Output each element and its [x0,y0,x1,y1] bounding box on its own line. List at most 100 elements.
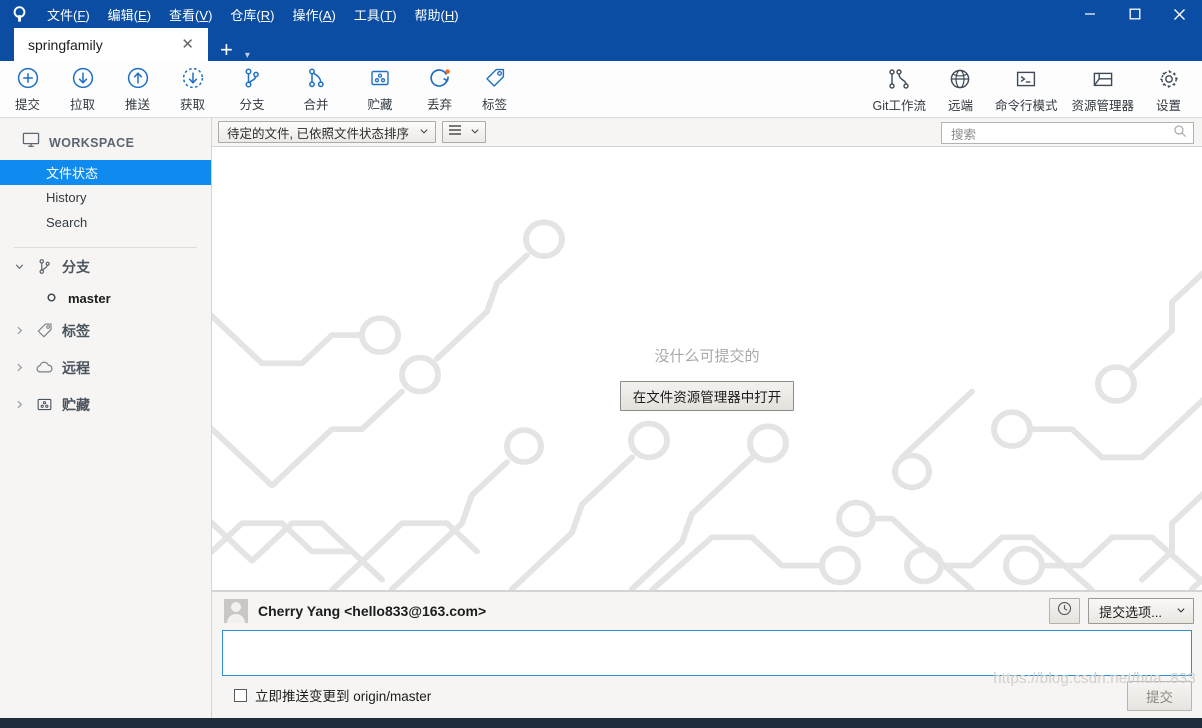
sidebar-item-search-label: Search [46,215,88,230]
chevron-right-icon[interactable] [12,362,26,373]
menu-edit-mnemonic: E [138,7,147,23]
menu-tools-mnemonic: T [384,7,393,23]
commit-button[interactable]: 提交 [1127,681,1192,711]
commit-header-actions: 提交选项... [1049,598,1194,624]
empty-state: 没什么可提交的 在文件资源管理器中打开 [212,345,1202,411]
toolbar-button-explorer[interactable]: 资源管理器 [1064,62,1141,117]
commit-options-button[interactable]: 提交选项... [1088,598,1194,624]
menu-repository-text: 仓库 [230,7,257,23]
sidebar-item-search[interactable]: Search [0,210,211,235]
tag-icon [33,321,55,340]
toolbar-label-remote: 远端 [947,98,973,113]
push-immediately-label-cn: 立即推送变更到 [255,689,350,704]
sidebar-section-tags[interactable]: 标签 [0,312,211,349]
toolbar-button-terminal[interactable]: 命令行模式 [988,62,1065,117]
toolbar-label-discard: 丢弃 [426,98,452,112]
sidebar-section-branches-label: 分支 [62,258,90,275]
close-button[interactable] [1157,0,1202,28]
commit-message-input[interactable] [222,630,1192,676]
toolbar-button-gitflow[interactable]: Git工作流 [865,62,932,117]
toolbar-label-commit: 提交 [14,98,40,112]
toolbar-button-settings[interactable]: 设置 [1141,62,1196,117]
search-icon[interactable] [1173,124,1187,143]
main-panel: 待定的文件, 已依照文件状态排序 搜索 没什么可提交的 在文件资源管理器中打开 … [212,118,1202,718]
sidebar-section-remotes-label: 远程 [62,359,90,376]
gitflow-icon [887,66,911,92]
branch-icon [33,257,55,276]
toolbar-button-fetch[interactable]: 获取 [165,62,220,117]
toolbar-label-branch: 分支 [239,98,265,112]
sidebar-item-history[interactable]: History [0,185,211,210]
toolbar-button-remote[interactable]: 远端 [933,62,988,117]
menu-bar: 文件(F) 编辑(E) 查看(V) 仓库(R) 操作(A) 工具(T) 帮助(H… [38,1,468,28]
sidebar-section-stashes-label: 贮藏 [62,396,90,413]
commit-header: Cherry Yang <hello833@163.com> 提交选项... [212,592,1202,630]
toolbar-label-explorer: 资源管理器 [1071,98,1134,113]
menu-file[interactable]: 文件(F) [38,1,99,28]
menu-help[interactable]: 帮助(H) [406,1,468,28]
avatar [224,599,248,623]
push-immediately-checkbox[interactable] [234,688,247,702]
menu-view[interactable]: 查看(V) [160,1,221,28]
chevron-down-icon[interactable] [12,261,26,272]
fetch-dashed-arrow-icon [181,65,205,91]
commit-author: Cherry Yang <hello833@163.com> [258,603,487,619]
tab-springfamily[interactable]: springfamily ✕ [14,28,208,61]
filter-bar: 待定的文件, 已依照文件状态排序 搜索 [212,118,1202,147]
branch-icon [240,65,264,91]
search-placeholder: 搜索 [951,127,977,142]
chevron-right-icon[interactable] [12,399,26,410]
menu-repository[interactable]: 仓库(R) [221,1,283,28]
sidebar-section-tags-label: 标签 [62,322,90,339]
maximize-button[interactable] [1112,0,1157,28]
toolbar-button-merge[interactable]: 合并 [284,62,348,117]
globe-icon [948,66,972,92]
toolbar-label-terminal: 命令行模式 [994,98,1058,113]
toolbar-button-branch[interactable]: 分支 [220,62,284,117]
minimize-button[interactable] [1067,0,1112,28]
window-controls [1067,0,1202,28]
sidebar-item-history-label: History [46,190,87,205]
title-bar: 文件(F) 编辑(E) 查看(V) 仓库(R) 操作(A) 工具(T) 帮助(H… [0,0,1202,51]
terminal-icon [1014,66,1038,92]
sidebar-item-file-status[interactable]: 文件状态 [0,160,211,185]
chevron-down-icon[interactable] [470,126,480,138]
new-tab-button[interactable]: + [208,39,245,61]
menu-edit[interactable]: 编辑(E) [99,1,160,28]
toolbar-right-group: Git工作流 远端 命令行模式 资源管理器 设置 [865,61,1196,118]
search-input[interactable]: 搜索 [941,122,1194,144]
sort-order-dropdown[interactable]: 待定的文件, 已依照文件状态排序 [218,121,436,143]
sidebar-section-stashes[interactable]: 贮藏 [0,386,211,423]
open-in-explorer-button[interactable]: 在文件资源管理器中打开 [619,381,795,411]
menu-actions[interactable]: 操作(A) [284,1,345,28]
toolbar-button-push[interactable]: 推送 [110,62,165,117]
merge-icon [304,65,328,91]
toolbar-label-pull: 拉取 [69,98,95,112]
sidebar-section-branches[interactable]: 分支 [0,248,211,285]
menu-file-mnemonic: F [77,7,86,23]
commit-plus-icon [16,65,40,91]
toolbar-label-gitflow: Git工作流 [872,98,926,113]
tab-label: springfamily [28,36,103,53]
sidebar-branch-master[interactable]: master [0,285,211,312]
toolbar-button-tag[interactable]: 标签 [467,62,522,117]
toolbar-button-stash[interactable]: 贮藏 [348,62,412,117]
view-mode-dropdown[interactable] [441,121,486,143]
tab-close-icon[interactable]: ✕ [177,37,198,52]
toolbar-button-commit[interactable]: 提交 [0,62,55,117]
chevron-down-icon[interactable] [1176,605,1186,617]
toolbar-label-settings: 设置 [1155,98,1181,113]
chevron-down-icon[interactable] [419,126,429,138]
commit-history-button[interactable] [1049,598,1081,624]
menu-edit-text: 编辑 [107,7,134,23]
toolbar-button-discard[interactable]: 丢弃 [412,62,467,117]
menu-tools[interactable]: 工具(T) [345,1,406,28]
chevron-right-icon[interactable] [12,325,26,336]
file-status-canvas: 没什么可提交的 在文件资源管理器中打开 [212,147,1202,591]
push-up-arrow-icon [126,65,150,91]
new-tab-dropdown-icon[interactable]: ▾ [245,50,256,61]
stash-box-icon [33,395,55,414]
body: WORKSPACE 文件状态 History Search 分支 master … [0,118,1202,718]
sidebar-section-remotes[interactable]: 远程 [0,349,211,386]
toolbar-button-pull[interactable]: 拉取 [55,62,110,117]
